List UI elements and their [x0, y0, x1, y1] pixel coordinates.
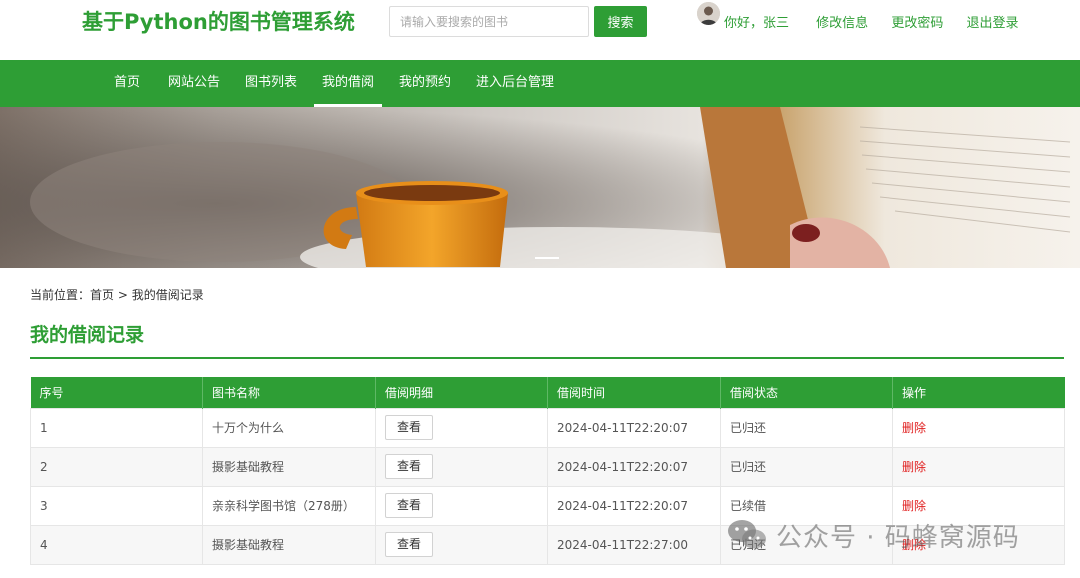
- user-avatar-icon: [697, 2, 720, 25]
- cell-detail: 查看: [375, 485, 548, 526]
- cell-detail: 查看: [375, 407, 548, 448]
- edit-profile-link[interactable]: 修改信息: [816, 12, 868, 31]
- breadcrumb-prefix: 当前位置：: [30, 288, 91, 302]
- delete-link[interactable]: 删除: [902, 460, 926, 474]
- change-password-link[interactable]: 更改密码: [891, 12, 943, 31]
- nav-item-my-reservations[interactable]: 我的预约: [399, 60, 451, 107]
- cell-index: 3: [30, 485, 203, 526]
- cell-index: 2: [30, 446, 203, 487]
- cell-borrow-time: 2024-04-11T22:20:07: [547, 485, 721, 526]
- main-nav: 首页 网站公告 图书列表 我的借阅 我的预约 进入后台管理: [0, 60, 1080, 107]
- nav-item-my-borrowing[interactable]: 我的借阅: [313, 60, 383, 107]
- cell-book-name: 十万个为什么: [202, 407, 376, 448]
- view-detail-button[interactable]: 查看: [385, 415, 433, 440]
- search-input[interactable]: [389, 6, 589, 37]
- carousel-indicator[interactable]: [535, 257, 559, 259]
- cell-index: 1: [30, 407, 203, 448]
- cell-index: 4: [30, 524, 203, 565]
- wechat-logo-icon: [728, 520, 766, 549]
- cell-status: 已归还: [720, 446, 893, 487]
- banner-carousel[interactable]: [0, 107, 1080, 268]
- delete-link[interactable]: 删除: [902, 421, 926, 435]
- page-title: 我的借阅记录: [30, 324, 145, 346]
- view-detail-button[interactable]: 查看: [385, 454, 433, 479]
- breadcrumb-home-link[interactable]: 首页: [90, 286, 114, 303]
- logout-link[interactable]: 退出登录: [966, 12, 1018, 31]
- table-row: 1 十万个为什么 查看 2024-04-11T22:20:07 已归还 删除: [30, 407, 1065, 448]
- cell-borrow-time: 2024-04-11T22:20:07: [547, 446, 721, 487]
- cell-book-name: 亲亲科学图书馆（278册）: [202, 485, 376, 526]
- nav-item-home[interactable]: 首页: [114, 60, 140, 107]
- column-header-action: 操作: [892, 377, 1065, 408]
- cell-action: 删除: [892, 407, 1065, 448]
- view-detail-button[interactable]: 查看: [385, 532, 433, 557]
- column-header-detail: 借阅明细: [375, 377, 548, 408]
- nav-item-admin-panel[interactable]: 进入后台管理: [476, 60, 554, 107]
- avatar[interactable]: [697, 2, 720, 25]
- title-divider: [30, 357, 1064, 359]
- site-title: 基于Python的图书管理系统: [82, 10, 355, 34]
- nav-item-announcements[interactable]: 网站公告: [168, 60, 220, 107]
- search-button[interactable]: 搜索: [594, 6, 647, 37]
- cell-book-name: 摄影基础教程: [202, 524, 376, 565]
- nav-item-book-list[interactable]: 图书列表: [245, 60, 297, 107]
- cell-borrow-time: 2024-04-11T22:27:00: [547, 524, 721, 565]
- watermark-text: 公众号 · 码蜂窝源码: [776, 523, 1020, 553]
- column-header-time: 借阅时间: [547, 377, 721, 408]
- view-detail-button[interactable]: 查看: [385, 493, 433, 518]
- cell-book-name: 摄影基础教程: [202, 446, 376, 487]
- breadcrumb-current: 我的借阅记录: [131, 288, 204, 302]
- cell-borrow-time: 2024-04-11T22:20:07: [547, 407, 721, 448]
- cell-status: 已归还: [720, 407, 893, 448]
- cell-action: 删除: [892, 446, 1065, 487]
- breadcrumb-separator: >: [114, 288, 132, 302]
- banner-image: [0, 107, 1080, 268]
- top-header: 基于Python的图书管理系统 搜索 你好，张三 修改信息 更改密码 退出登录: [0, 0, 1080, 60]
- user-links: 你好，张三 修改信息 更改密码 退出登录: [724, 12, 1018, 31]
- table-header-row: 序号 图书名称 借阅明细 借阅时间 借阅状态 操作: [30, 377, 1065, 408]
- cell-detail: 查看: [375, 524, 548, 565]
- greeting-text: 你好，张三: [724, 16, 790, 31]
- column-header-status: 借阅状态: [720, 377, 893, 408]
- table-row: 2 摄影基础教程 查看 2024-04-11T22:20:07 已归还 删除: [30, 446, 1065, 487]
- column-header-index: 序号: [30, 377, 203, 408]
- cell-detail: 查看: [375, 446, 548, 487]
- column-header-book: 图书名称: [202, 377, 376, 408]
- breadcrumb: 当前位置：首页 > 我的借阅记录: [30, 286, 204, 303]
- delete-link[interactable]: 删除: [902, 499, 926, 513]
